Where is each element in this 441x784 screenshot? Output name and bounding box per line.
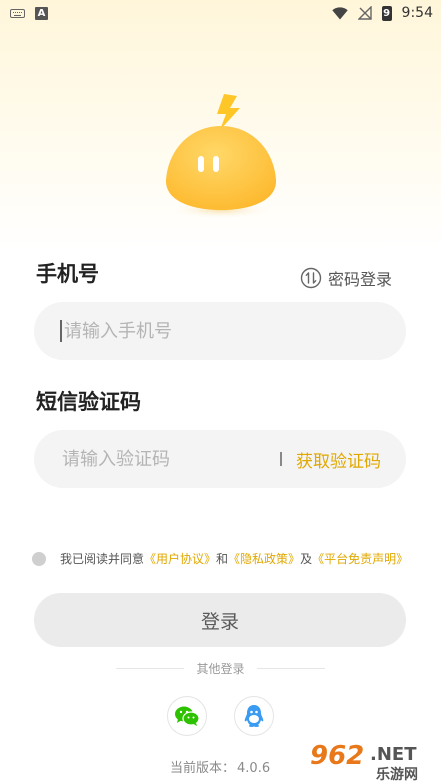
- signal-off-icon: [357, 6, 372, 20]
- version-value: 4.0.6: [237, 761, 271, 776]
- status-bar: A 9 9:54: [0, 0, 441, 26]
- user-agreement-link[interactable]: 《用户协议》: [144, 550, 216, 567]
- version-label: 当前版本：: [170, 761, 236, 776]
- sms-code-label: 短信验证码: [36, 390, 141, 414]
- privacy-policy-link[interactable]: 《隐私政策》: [228, 550, 300, 567]
- sms-code-field[interactable]: 获取验证码: [34, 430, 406, 488]
- status-time: 9:54: [401, 5, 433, 21]
- phone-field[interactable]: [34, 302, 406, 360]
- mascot-logo: [165, 94, 277, 219]
- disclaimer-link[interactable]: 《平台免责声明》: [312, 550, 408, 567]
- password-login-label: 密码登录: [328, 270, 393, 289]
- site-watermark-logo: 962 .NET 乐游网: [306, 738, 436, 783]
- divider-line-right: [256, 668, 325, 669]
- get-code-button[interactable]: 获取验证码: [296, 447, 381, 472]
- phone-label: 手机号: [36, 262, 99, 286]
- login-button[interactable]: 登录: [34, 593, 406, 647]
- agreement-and: 和: [216, 552, 229, 566]
- watermark-sub: 乐游网: [376, 766, 418, 783]
- app-a-icon: A: [35, 6, 48, 20]
- status-bar-left: A: [10, 6, 48, 20]
- qq-login-button[interactable]: [234, 696, 274, 736]
- other-login-label: 其他登录: [196, 662, 245, 676]
- agreement-prefix: 我已阅读并同意: [60, 552, 145, 566]
- other-login-divider: 其他登录: [0, 660, 441, 677]
- swap-icon: [300, 267, 322, 289]
- watermark-brand: 962: [310, 741, 364, 771]
- wechat-icon: [175, 706, 200, 726]
- qq-icon: [244, 705, 264, 727]
- password-login-link[interactable]: 密码登录: [300, 266, 392, 290]
- field-divider: [280, 452, 282, 466]
- wifi-icon: [331, 6, 348, 19]
- wechat-login-button[interactable]: [167, 696, 207, 736]
- version-info: 当前版本： 4.0.6: [168, 757, 270, 776]
- agreement-radio[interactable]: [32, 551, 46, 566]
- keyboard-icon: [10, 8, 25, 18]
- battery-icon: 9: [381, 5, 392, 21]
- phone-input[interactable]: [61, 319, 406, 343]
- divider-line-left: [116, 668, 185, 669]
- agreement-also: 及: [300, 552, 313, 566]
- status-bar-right: 9 9:54: [331, 5, 433, 21]
- watermark-suffix: .NET: [370, 744, 417, 765]
- sms-code-input[interactable]: [60, 447, 274, 471]
- agreement-row: 我已阅读并同意 《用户协议》 和 《隐私政策》 及 《平台免责声明》: [32, 550, 408, 567]
